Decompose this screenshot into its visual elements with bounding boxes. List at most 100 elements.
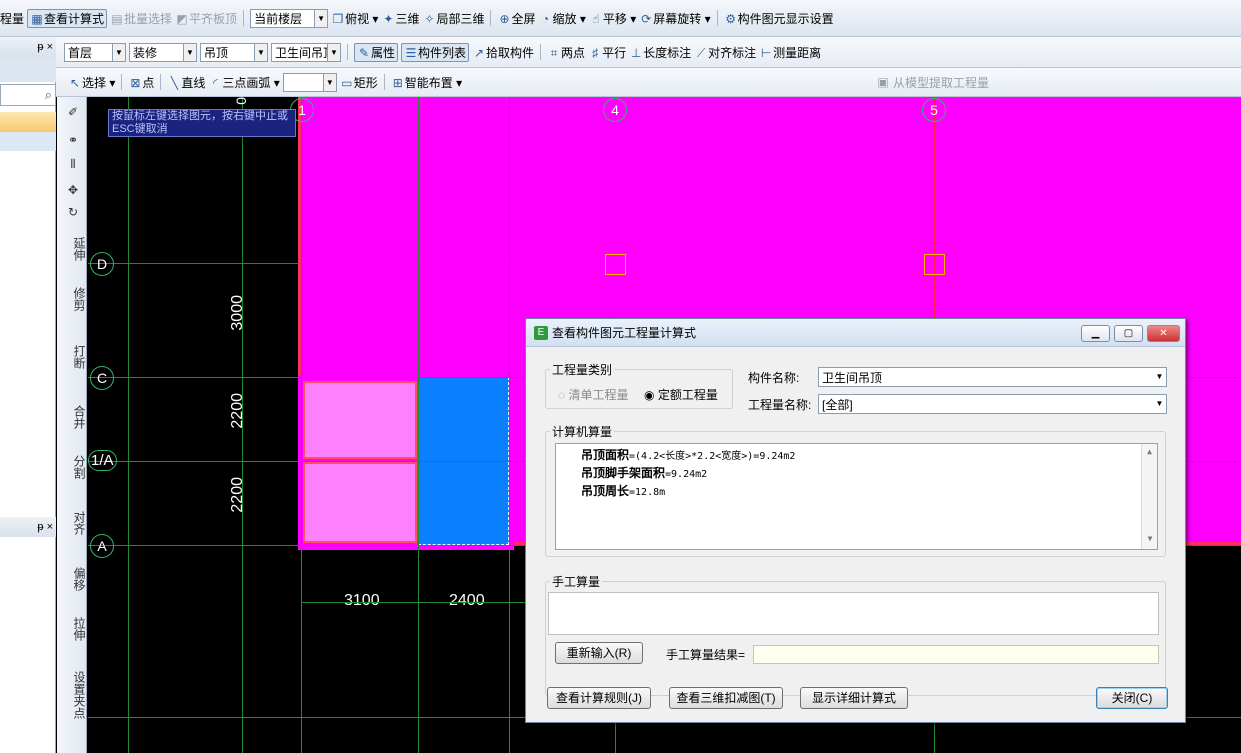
pick-component-button[interactable]: ↗ 拾取构件 [472, 44, 534, 61]
search-icon[interactable]: ⌕ [45, 87, 52, 103]
quantity-menu[interactable]: 程量 [0, 10, 24, 27]
local-3d-icon: ✧ [424, 11, 435, 26]
axis-bubble-A[interactable]: A [90, 534, 114, 558]
rect-button[interactable]: ▭矩形 [340, 74, 378, 91]
split-tool[interactable]: 分割 [66, 455, 86, 479]
show-detail-button[interactable]: 显示详细计算式 [800, 687, 908, 709]
view-formula-button[interactable]: ▦查看计算式 [27, 8, 108, 28]
length-dim-icon: ⊥ [630, 45, 642, 60]
axis-bubble-1A[interactable]: 1/A [88, 450, 117, 471]
panel-band [0, 57, 56, 82]
local-3d-button[interactable]: ✧ 局部三维 [422, 10, 484, 27]
cursor-icon: ↖ [69, 75, 81, 90]
extract-qty-button[interactable]: ▣ 从模型提取工程量 [876, 68, 989, 96]
settings-icon: ⚙ [725, 11, 736, 26]
brush-icon[interactable]: ✐ [63, 105, 83, 119]
zoom-button[interactable]: ◔ 缩放 ▾ [538, 10, 586, 27]
merge-tool[interactable]: 合并 [66, 405, 86, 429]
axis-bubble-D[interactable]: D [90, 252, 114, 276]
two-points-button[interactable]: ⌗ 两点 [547, 44, 585, 61]
axis-bubble-5[interactable]: 5 [922, 98, 946, 122]
type-combo[interactable]: 吊顶 ▼ [200, 42, 268, 62]
floor-select[interactable]: 当前楼层 ▼ [250, 8, 329, 28]
fullscreen-button[interactable]: ⊕ 全屏 [497, 10, 535, 27]
offset-tool[interactable]: 偏移 [66, 567, 86, 591]
extend-tool[interactable]: 延伸 [66, 237, 86, 261]
break-tool[interactable]: 打断 [66, 345, 86, 369]
radio-list-qty[interactable]: ◌ 清单工程量 [558, 386, 628, 403]
view-3d-button[interactable]: ✦ 三维 [381, 10, 419, 27]
ceiling-cell-2[interactable] [303, 462, 417, 543]
axis-bubble-C[interactable]: C [90, 366, 114, 390]
manual-calc-label: 手工算量 [550, 573, 603, 590]
radio-quota-qty[interactable]: ◉ 定额工程量 [644, 386, 718, 403]
rotate-button[interactable]: ⟳ 屏幕旋转 ▾ [639, 10, 710, 27]
rotate-icon[interactable]: ↻ [63, 205, 83, 219]
trim-tool[interactable]: 修剪 [66, 287, 86, 311]
smart-layout-button[interactable]: ⊞ 智能布置 ▾ [391, 74, 462, 91]
batch-select-button[interactable]: ▤批量选择 [110, 10, 172, 27]
top-view-button[interactable]: ❒ 俯视 ▾ [331, 10, 379, 27]
component-list-button[interactable]: ☰ 构件列表 [401, 42, 470, 62]
ruler-icon: ⊢ [760, 45, 772, 60]
minimize-button[interactable]: ▁ [1081, 325, 1110, 342]
qty-name-select[interactable]: [全部] ▼ [818, 394, 1167, 414]
measure-button[interactable]: ⊢ 测量距离 [759, 44, 821, 61]
list-item-selected[interactable] [0, 112, 56, 132]
close-icon[interactable]: ✕ [1147, 325, 1180, 342]
view-rules-button[interactable]: 查看计算规则(J) [547, 687, 651, 709]
category-combo[interactable]: 装修 ▼ [129, 42, 197, 62]
stretch-tool[interactable]: 拉伸 [66, 617, 86, 641]
grip-tool[interactable]: 设置夹点 [66, 671, 86, 719]
manual-result-field[interactable] [753, 645, 1159, 664]
column-marker[interactable] [924, 254, 945, 275]
grid-line [509, 97, 510, 753]
dim-3100: 3100 [344, 592, 380, 609]
axis-bubble-4[interactable]: 4 [603, 98, 627, 122]
chevron-down-icon: ▼ [112, 43, 125, 61]
scrollbar[interactable]: ▲ ▼ [1141, 444, 1157, 549]
list-item[interactable] [0, 132, 56, 151]
separator [716, 10, 718, 26]
point-button[interactable]: ⊠ 点 [128, 74, 154, 91]
component-combo[interactable]: 卫生间吊顶 ▼ [271, 42, 341, 62]
display-settings-button[interactable]: ⚙ 构件图元显示设置 [724, 10, 833, 27]
line-icon: ╲ [170, 75, 178, 90]
view-3d-deduct-button[interactable]: 查看三维扣减图(T) [669, 687, 783, 709]
column-marker[interactable] [605, 254, 626, 275]
qty-name-label: 工程量名称: [748, 398, 812, 412]
arc-button[interactable]: ◜ 三点画弧 ▾ [208, 74, 280, 91]
line-button[interactable]: ╲ 直线 [167, 74, 206, 91]
manual-calc-input[interactable] [548, 592, 1159, 635]
properties-button[interactable]: ✎ 属性 [354, 42, 399, 62]
flush-slab-button[interactable]: ◩平齐板顶 [175, 10, 237, 27]
point-icon: ⊠ [130, 75, 141, 90]
align-tool[interactable]: 对齐 [66, 511, 86, 535]
close-button[interactable]: 关闭(C) [1096, 687, 1168, 709]
move-icon[interactable]: ✥ [63, 183, 83, 197]
maximize-button[interactable]: ▢ [1114, 325, 1143, 342]
parallel-button[interactable]: ♯ 平行 [588, 44, 626, 61]
axis-line [298, 263, 1241, 264]
formula-textarea[interactable]: 吊顶面积=(4.2<长度>*2.2<宽度>)=9.24m2 吊顶脚手架面积=9.… [555, 443, 1158, 550]
reinput-button[interactable]: 重新输入(R) [555, 642, 643, 664]
mirror-icon[interactable]: ⫴ [63, 157, 83, 172]
panel-header-2: ᵽ × [0, 517, 56, 537]
formula-dialog: E 查看构件图元工程量计算式 ▁ ▢ ✕ 工程量类别 ◌ 清单工程量 ◉ 定额工… [525, 318, 1186, 723]
ceiling-cell-1[interactable] [303, 381, 417, 459]
separator [540, 44, 542, 60]
pan-button[interactable]: ☝ 平移 ▾ [589, 10, 636, 27]
copy-icon[interactable]: ⚭ [63, 133, 83, 147]
panel-search-input[interactable]: ⌕ [0, 84, 56, 106]
toolbar-row-2: 首层 ▼ 装修 ▼ 吊顶 ▼ 卫生间吊顶 ▼ ✎ 属性 ☰ 构件列表 ↗ 拾取构件 ⌗ 两点 ♯… [56, 37, 1241, 68]
draw-mode-combo[interactable]: ▼ [282, 72, 337, 92]
comp-name-select[interactable]: 卫生间吊顶 ▼ [818, 367, 1167, 387]
floor-combo[interactable]: 首层 ▼ [64, 42, 126, 62]
hint-tooltip: 按鼠标左键选择图元，按右键中止或ESC键取消 [108, 109, 296, 137]
align-dim-button[interactable]: ⟋ 对齐标注 [694, 44, 756, 61]
dim-zero: 0 [233, 97, 249, 105]
grid-line [418, 97, 419, 753]
length-dim-button[interactable]: ⊥ 长度标注 [629, 44, 691, 61]
select-button[interactable]: ↖ 选择 ▾ [68, 74, 115, 91]
smart-icon: ⊞ [392, 75, 403, 90]
